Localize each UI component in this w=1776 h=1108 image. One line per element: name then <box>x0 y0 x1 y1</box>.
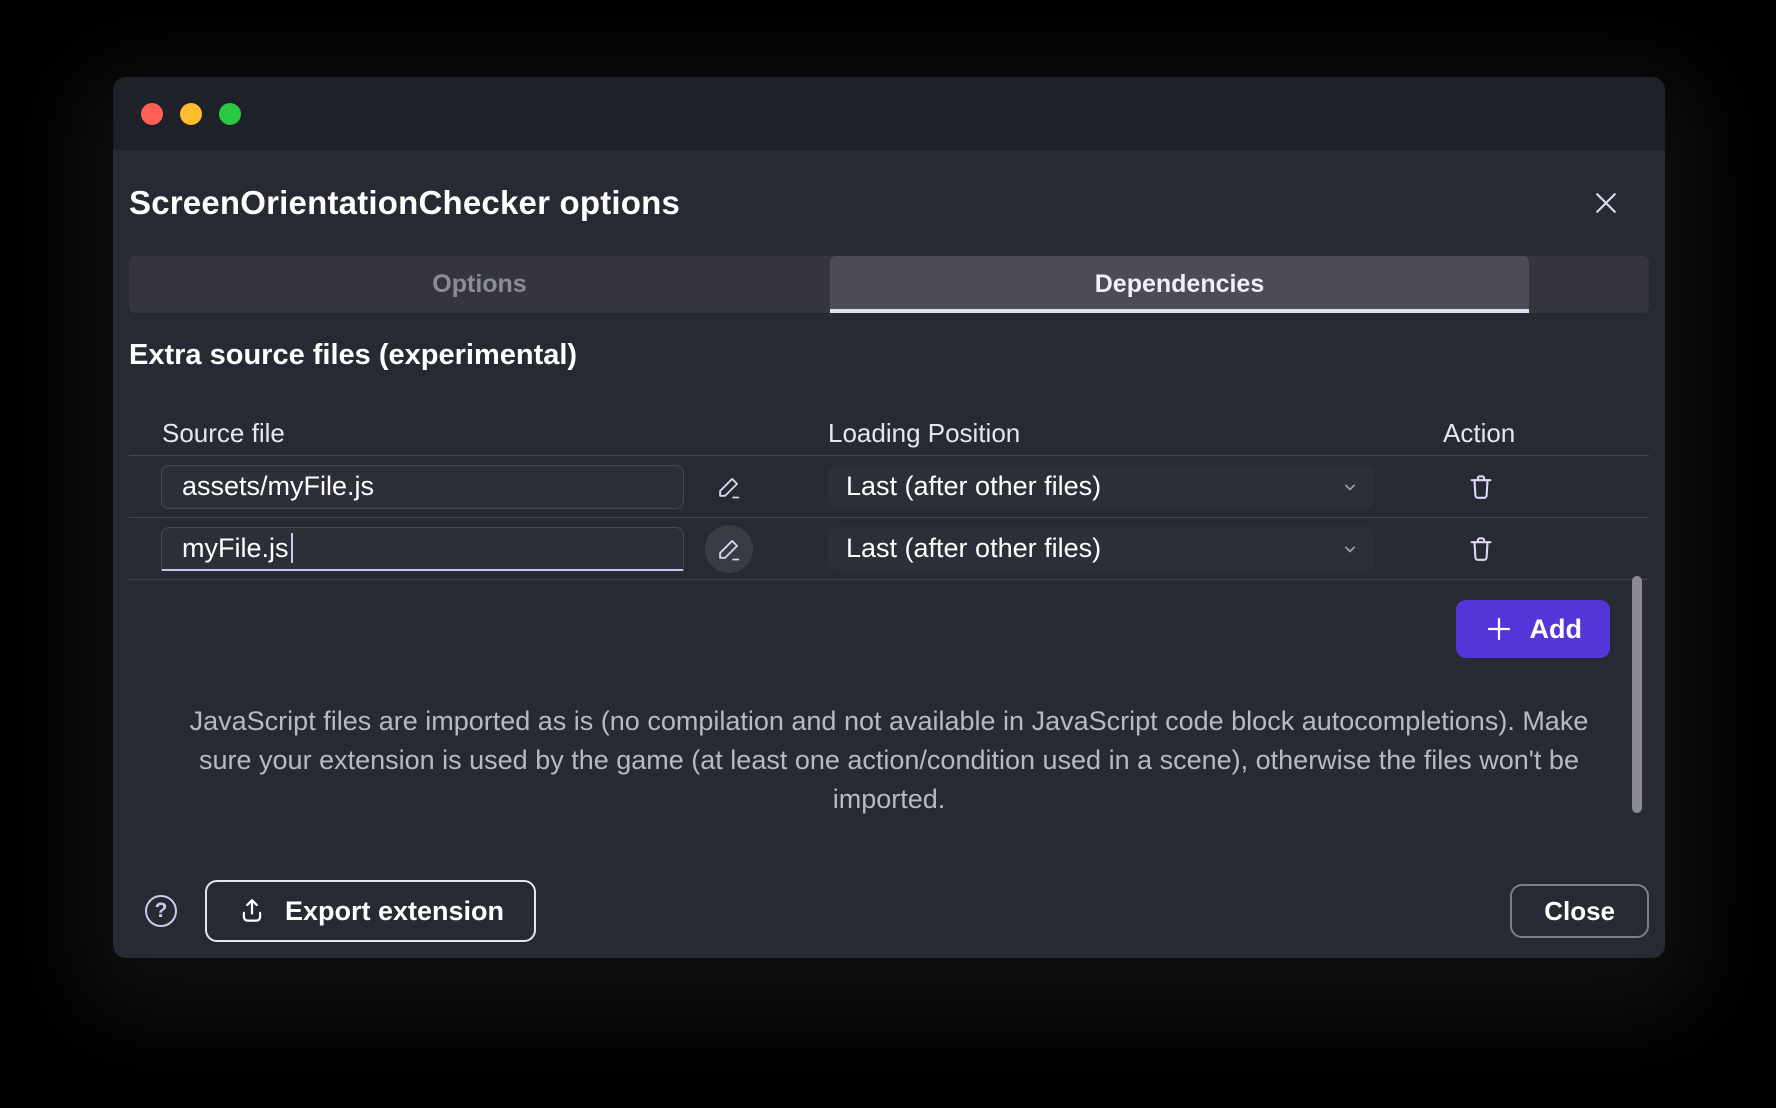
extension-options-dialog: ScreenOrientationChecker options Options… <box>113 77 1665 958</box>
tab-options[interactable]: Options <box>129 256 830 313</box>
text-cursor <box>291 533 293 563</box>
window-close-button[interactable] <box>141 103 163 125</box>
close-button-label: Close <box>1544 896 1615 927</box>
help-button[interactable]: ? <box>145 895 177 927</box>
dialog-header: ScreenOrientationChecker options <box>113 150 1665 256</box>
dialog-footer: ? Export extension Close <box>145 880 1649 942</box>
add-button[interactable]: Add <box>1456 600 1610 658</box>
vertical-scrollbar-thumb[interactable] <box>1632 576 1642 813</box>
source-files-table: Source file Loading Position Action asse… <box>129 412 1649 580</box>
export-extension-label: Export extension <box>285 896 504 927</box>
trash-icon <box>1466 534 1496 564</box>
plus-icon <box>1484 614 1514 644</box>
window-minimize-button[interactable] <box>180 103 202 125</box>
tab-dependencies[interactable]: Dependencies <box>830 256 1529 313</box>
footer-left-group: ? Export extension <box>145 880 536 942</box>
loading-position-value: Last (after other files) <box>846 471 1101 502</box>
note-line: sure your extension is used by the game … <box>144 741 1634 780</box>
edit-file-button[interactable] <box>705 525 753 573</box>
close-icon[interactable] <box>1589 186 1623 220</box>
export-extension-button[interactable]: Export extension <box>205 880 536 942</box>
column-header-loading-position: Loading Position <box>828 418 1374 449</box>
dialog-title: ScreenOrientationChecker options <box>129 184 680 222</box>
add-row: Add <box>129 600 1649 658</box>
delete-row-button[interactable] <box>1457 463 1505 511</box>
close-button[interactable]: Close <box>1510 884 1649 938</box>
table-header-row: Source file Loading Position Action <box>129 412 1649 456</box>
source-file-input[interactable]: assets/myFile.js <box>161 465 684 509</box>
edit-file-button[interactable] <box>705 463 753 511</box>
column-header-action: Action <box>1374 418 1649 449</box>
pencil-icon <box>715 535 743 563</box>
note-paragraph: JavaScript files are imported as is (no … <box>144 702 1634 819</box>
tab-bar: Options Dependencies <box>129 256 1649 313</box>
note-line: imported. <box>144 780 1634 819</box>
window-titlebar <box>113 77 1665 150</box>
trash-icon <box>1466 472 1496 502</box>
traffic-lights <box>141 103 241 125</box>
loading-position-value: Last (after other files) <box>846 533 1101 564</box>
source-file-input-focused[interactable]: myFile.js <box>161 527 684 571</box>
loading-position-select[interactable]: Last (after other files) <box>828 465 1374 509</box>
table-row: assets/myFile.js Last (after other files… <box>129 456 1649 518</box>
source-file-value: myFile.js <box>182 533 289 564</box>
section-heading: Extra source files (experimental) <box>129 339 1649 372</box>
chevron-down-icon <box>1340 539 1360 559</box>
table-row: myFile.js Last (after other files) <box>129 518 1649 580</box>
question-circle-icon: ? <box>155 899 168 923</box>
source-file-value: assets/myFile.js <box>182 471 374 502</box>
window-zoom-button[interactable] <box>219 103 241 125</box>
pencil-icon <box>715 473 743 501</box>
add-button-label: Add <box>1530 614 1582 645</box>
delete-row-button[interactable] <box>1457 525 1505 573</box>
note-line: JavaScript files are imported as is (no … <box>144 702 1634 741</box>
column-header-source-file: Source file <box>129 418 684 449</box>
loading-position-select[interactable]: Last (after other files) <box>828 527 1374 571</box>
chevron-down-icon <box>1340 477 1360 497</box>
upload-icon <box>237 896 267 926</box>
